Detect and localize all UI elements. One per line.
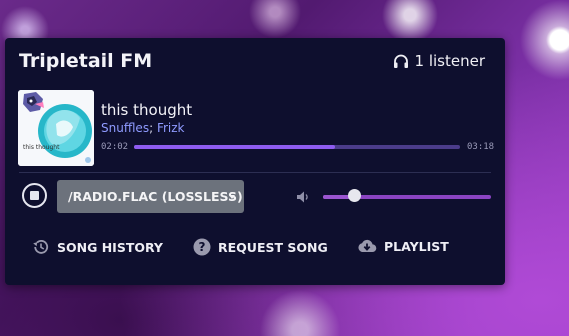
help-icon: ? <box>193 238 211 256</box>
listener-count-text: 1 listener <box>414 52 485 70</box>
headphones-icon <box>393 54 409 69</box>
total-duration: 03:18 <box>467 142 495 152</box>
album-art: this thought <box>18 90 94 166</box>
artist-separator: ; <box>149 121 154 135</box>
playlist-download-button[interactable]: PLAYLIST <box>357 238 449 254</box>
volume-icon[interactable] <box>296 189 310 208</box>
divider <box>19 172 491 173</box>
artist-link-2[interactable]: Frizk <box>157 121 185 135</box>
station-title: Tripletail FM <box>19 50 153 72</box>
song-progress-fill <box>134 145 335 149</box>
playlist-label: PLAYLIST <box>384 238 449 254</box>
song-history-button[interactable]: SONG HISTORY <box>32 238 163 256</box>
song-title: this thought <box>101 101 193 119</box>
artist-link-1[interactable]: Snuffles <box>101 121 149 135</box>
volume-slider-thumb[interactable] <box>348 189 362 202</box>
listener-count: 1 listener <box>393 52 485 70</box>
song-history-label: SONG HISTORY <box>57 239 163 255</box>
elapsed-time: 02:02 <box>101 142 129 152</box>
song-progress-bar <box>134 145 460 149</box>
caret-down-icon <box>229 195 235 199</box>
request-song-button[interactable]: ? REQUEST SONG <box>193 238 328 256</box>
history-icon <box>32 238 50 256</box>
stop-icon <box>30 191 39 200</box>
stream-select-value: /RADIO.FLAC (LOSSLESS) <box>68 189 243 204</box>
album-art-title: this thought <box>23 144 60 151</box>
cloud-download-icon <box>357 238 377 254</box>
stop-button[interactable] <box>22 183 47 208</box>
request-song-label: REQUEST SONG <box>218 239 328 255</box>
svg-text:?: ? <box>199 240 206 254</box>
action-bar: SONG HISTORY ? REQUEST SONG PLAYLIST <box>5 238 505 262</box>
radio-player-card: Tripletail FM 1 listener this thought th… <box>5 38 505 285</box>
song-artists: Snuffles; Frizk <box>101 121 185 135</box>
stream-select[interactable]: /RADIO.FLAC (LOSSLESS) <box>57 180 244 213</box>
